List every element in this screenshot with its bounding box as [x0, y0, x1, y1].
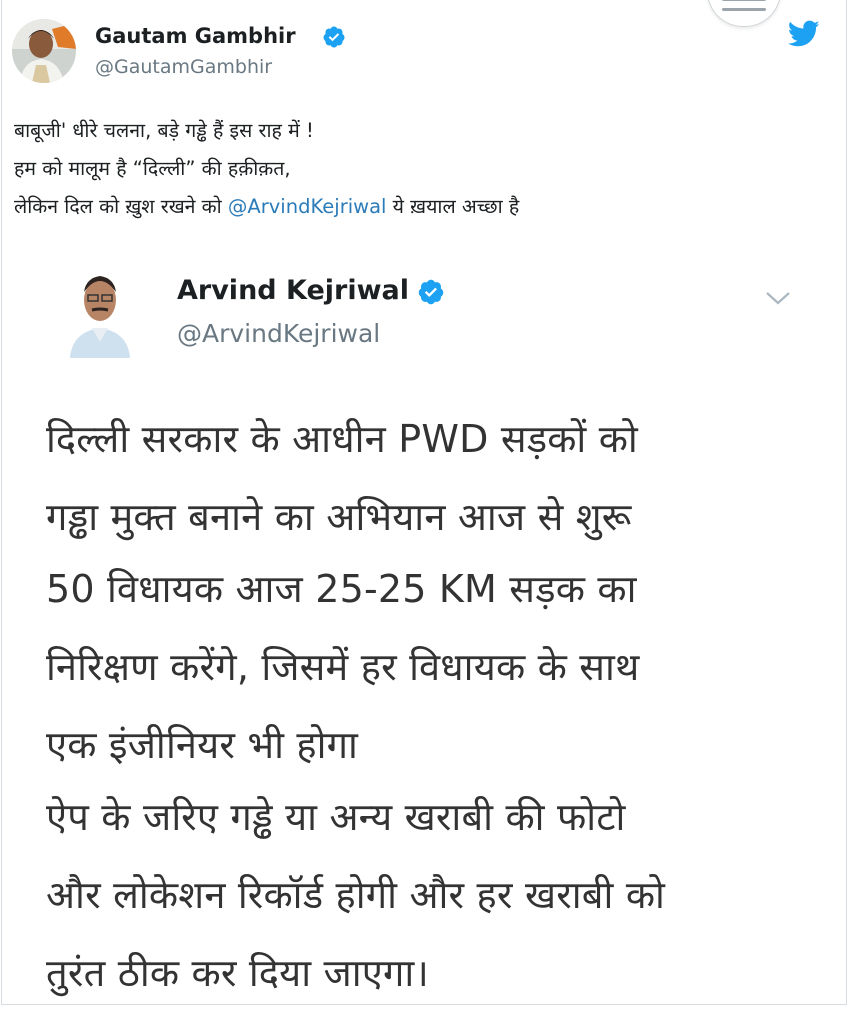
- quoted-text-line: दिल्ली सरकार के आधीन PWD सड़कों को: [46, 417, 638, 461]
- quoted-text-line: 50 विधायक आज 25-25 KM सड़क का: [46, 567, 637, 611]
- avatar[interactable]: [12, 19, 76, 83]
- quoted-text-line: गड्ढा मुक्त बनाने का अभियान आज से शुरू: [46, 495, 632, 539]
- author-name[interactable]: Gautam Gambhir: [95, 24, 296, 48]
- quoted-text-line: तुरंत ठीक कर दिया जाएगा।: [46, 951, 430, 995]
- quoted-author-name[interactable]: Arvind Kejriwal: [177, 275, 409, 306]
- tweet-text-fragment: ये ख़याल अच्छा है: [386, 195, 520, 218]
- quoted-text-line: एक इंजीनियर भी होगा: [46, 723, 359, 767]
- quoted-text-line: निरिक्षण करेंगे, जिसमें हर विधायक के साथ: [46, 645, 640, 689]
- tweet-text-fragment: लेकिन दिल को ख़ुश रखने को: [14, 195, 228, 218]
- quoted-tweet-text: दिल्ली सरकार के आधीन PWD सड़कों को गड्ढा…: [46, 418, 665, 1024]
- tweet-text-line: लेकिन दिल को ख़ुश रखने को @ArvindKejriwa…: [14, 188, 519, 226]
- verified-badge-icon: [322, 25, 346, 53]
- quoted-author-handle[interactable]: @ArvindKejriwal: [177, 319, 380, 348]
- quoted-paragraph: ऐप के जरिए गड्ढे या अन्य खराबी की फोटो औ…: [46, 796, 665, 994]
- quoted-paragraph: दिल्ली सरकार के आधीन PWD सड़कों को गड्ढा…: [46, 418, 665, 538]
- tweet-text-line: बाबूजी' धीरे चलना, बड़े गड्ढे हैं इस राह…: [14, 119, 314, 142]
- verified-badge-icon: [417, 278, 445, 310]
- quoted-paragraph: 50 विधायक आज 25-25 KM सड़क का निरिक्षण क…: [46, 568, 665, 766]
- tweet-text: बाबूजी' धीरे चलना, बड़े गड्ढे हैं इस राह…: [14, 112, 519, 226]
- quoted-avatar[interactable]: [60, 262, 140, 358]
- twitter-bird-icon[interactable]: [787, 20, 820, 52]
- chevron-down-icon[interactable]: [765, 290, 791, 310]
- quoted-text-line: और लोकेशन रिकॉर्ड होगी और हर खराबी को: [46, 873, 666, 917]
- hamburger-menu-icon: [722, 8, 766, 11]
- quoted-text-line: ऐप के जरिए गड्ढे या अन्य खराबी की फोटो: [46, 795, 626, 839]
- tweet-text-line: हम को मालूम है “दिल्ली” की हक़ीक़त,: [14, 157, 291, 180]
- author-handle[interactable]: @GautamGambhir: [95, 56, 272, 78]
- mention-link[interactable]: @ArvindKejriwal: [228, 195, 387, 218]
- hamburger-menu-icon: [722, 0, 766, 1]
